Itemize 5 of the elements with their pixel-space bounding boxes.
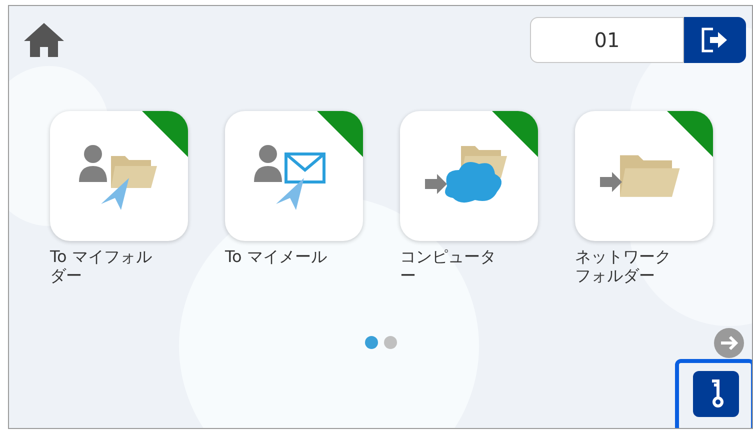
user-field[interactable]: 01 [530, 17, 684, 63]
tile-label: To マイメール [225, 247, 328, 266]
tile-label: To マイフォルダー [50, 247, 153, 285]
tile-label: ネットワークフォルダー [575, 247, 672, 285]
tile-label: コンピューター [400, 247, 497, 285]
